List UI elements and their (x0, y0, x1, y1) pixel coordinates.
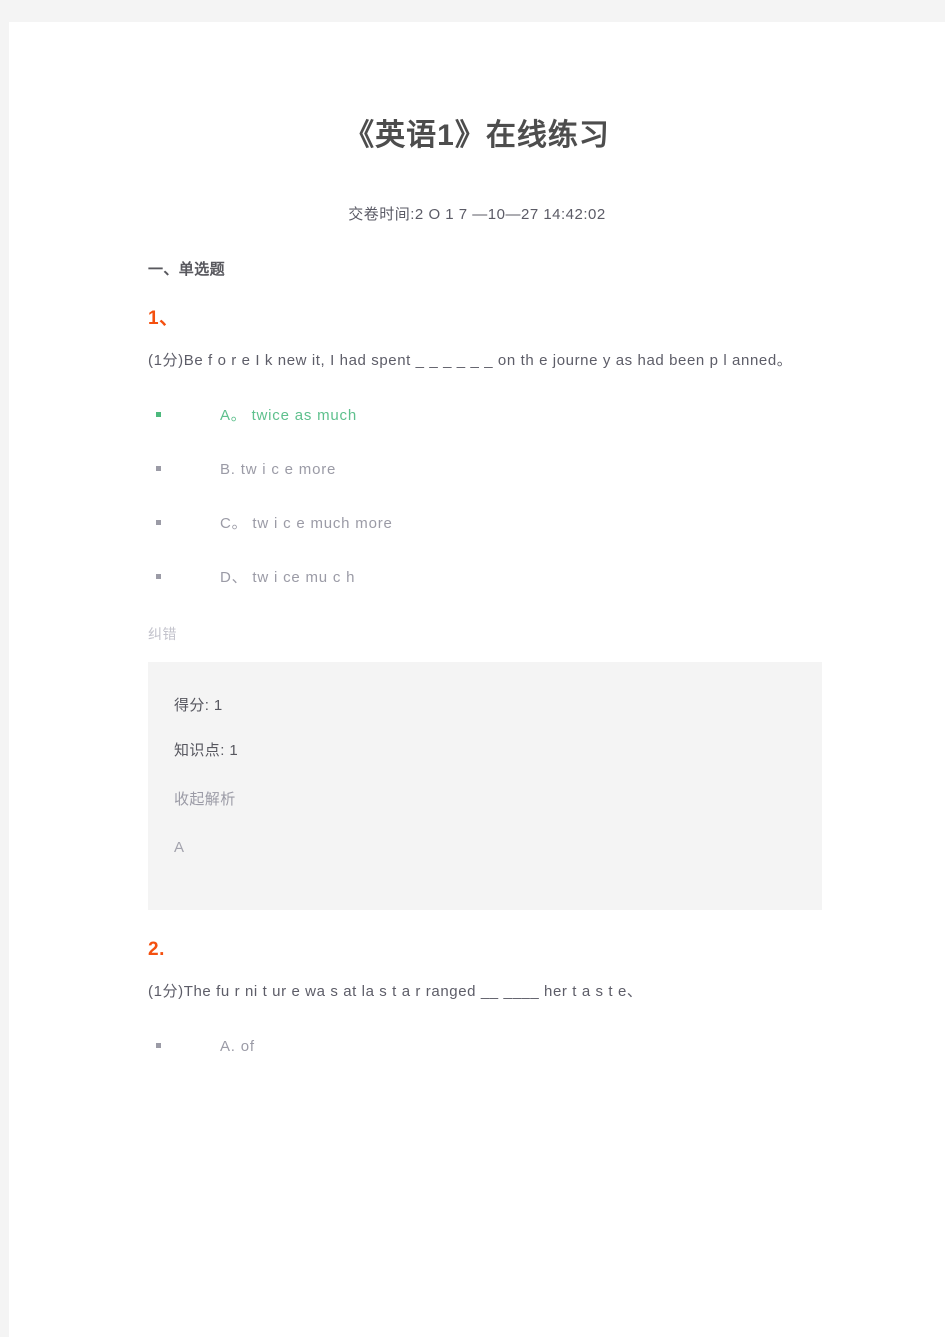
report-error-link-1[interactable]: 纠错 (148, 588, 822, 644)
question-text-1: (1分)Be f o r e I k new it, I had spent _… (148, 351, 793, 369)
bullet-icon (156, 411, 161, 417)
bullet-icon (156, 1042, 161, 1048)
option-1-d[interactable]: D、 tw i ce mu c h (148, 567, 822, 588)
option-label: A. of (220, 1037, 255, 1055)
option-label: D、 tw i ce mu c h (220, 568, 356, 586)
analysis-panel-1: 得分: 1 知识点: 1 收起解析 A (148, 661, 822, 910)
bullet-icon (156, 573, 161, 579)
option-list-2: A. of (148, 1008, 822, 1057)
knowledge-point-row: 知识点: 1 (174, 741, 239, 759)
question-number-2: 2. (148, 938, 165, 960)
question-block-2: 2. (1分)The fu r ni t ur e wa s at la s t… (148, 910, 822, 1057)
exam-content: 一、单选题 1、 (1分)Be f o r e I k new it, I ha… (9, 224, 945, 1057)
option-label: C。 tw i c e much more (220, 514, 393, 532)
option-2-a[interactable]: A. of (148, 1036, 822, 1057)
document-sheet: 《英语1》在线练习 交卷时间:2 O 1 7 —10—27 14:42:02 一… (9, 22, 945, 1337)
section-heading-single-choice: 一、单选题 (148, 260, 226, 278)
question-number-1: 1、 (148, 307, 179, 329)
score-row: 得分: 1 (174, 696, 223, 714)
option-1-a[interactable]: A。 twice as much (148, 405, 822, 426)
bullet-icon (156, 519, 161, 525)
option-1-b[interactable]: B. tw i c e more (148, 459, 822, 480)
option-label: A。 twice as much (220, 406, 358, 424)
question-block-1: 1、 (1分)Be f o r e I k new it, I had spen… (148, 279, 822, 910)
collapse-analysis-toggle[interactable]: 收起解析 (174, 774, 796, 823)
option-label: B. tw i c e more (220, 460, 337, 478)
analysis-answer-text: A (174, 838, 185, 856)
option-list-1: A。 twice as much B. tw i c e more C。 tw … (148, 377, 822, 588)
question-text-2: (1分)The fu r ni t ur e wa s at la s t a … (148, 982, 643, 1000)
option-1-c[interactable]: C。 tw i c e much more (148, 513, 822, 534)
submit-time-text: 交卷时间:2 O 1 7 —10—27 14:42:02 (348, 205, 606, 223)
page-title: 《英语1》在线练习 (344, 119, 610, 152)
bullet-icon (156, 465, 161, 471)
